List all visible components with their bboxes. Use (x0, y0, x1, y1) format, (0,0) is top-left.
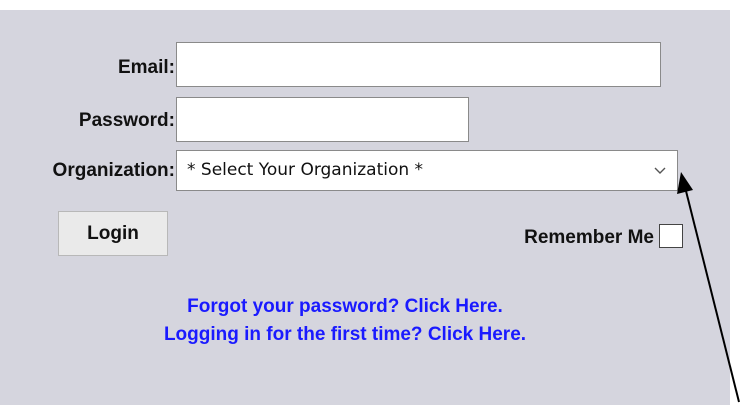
password-label: Password: (78, 110, 175, 131)
password-field[interactable] (176, 97, 469, 142)
organization-selected-value: * Select Your Organization * (187, 160, 424, 180)
organization-label: Organization: (52, 160, 175, 181)
remember-me-checkbox[interactable] (659, 224, 683, 248)
first-time-login-link[interactable]: Logging in for the first time? Click Her… (0, 324, 690, 346)
remember-me-label: Remember Me (524, 227, 654, 248)
email-field[interactable] (176, 42, 661, 87)
forgot-password-link[interactable]: Forgot your password? Click Here. (0, 296, 690, 318)
login-button[interactable]: Login (58, 211, 168, 256)
organization-select[interactable]: * Select Your Organization * (176, 150, 678, 191)
email-label: Email: (117, 57, 175, 78)
chevron-down-icon (654, 167, 666, 174)
